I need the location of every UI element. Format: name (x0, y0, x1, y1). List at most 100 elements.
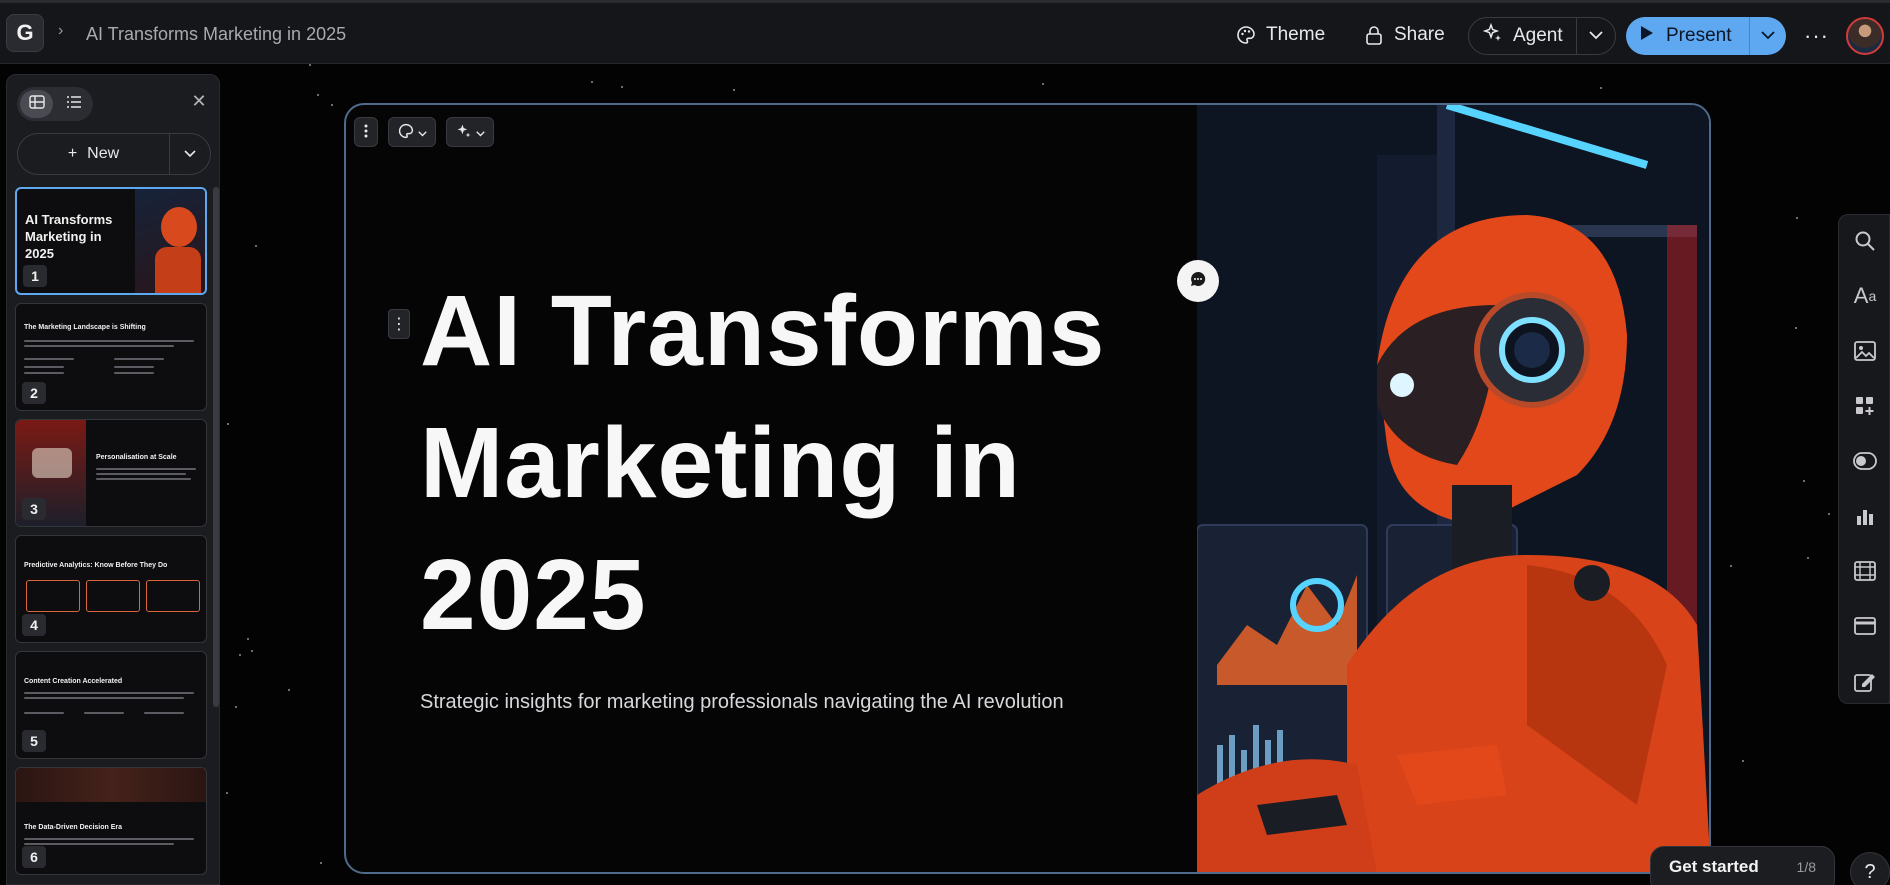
slide-title[interactable]: AI Transforms Marketing in 2025 (420, 265, 1140, 661)
present-button-group: Present (1626, 17, 1786, 55)
present-button[interactable]: Present (1626, 17, 1750, 55)
star-dot (235, 706, 237, 708)
thumbnail-number: 1 (23, 265, 47, 287)
slide-ai-button[interactable] (446, 117, 494, 147)
chevron-down-icon (184, 145, 196, 163)
star-dot (226, 792, 228, 794)
agent-button-group: Agent (1468, 17, 1616, 55)
new-slide-dropdown[interactable] (170, 134, 210, 174)
video-icon[interactable] (1853, 559, 1877, 583)
new-slide-button[interactable]: + New (18, 134, 170, 174)
slide-thumbnail-1[interactable]: AI Transforms Marketing in 2025 1 (15, 187, 207, 295)
thumbnail-image (135, 189, 205, 293)
chart-icon[interactable] (1853, 504, 1877, 528)
embed-icon[interactable] (1853, 614, 1877, 638)
chevron-down-icon (417, 124, 427, 140)
lock-icon (1364, 25, 1384, 45)
thumbnail-number: 4 (22, 614, 46, 636)
thumbnail-image (16, 768, 206, 802)
star-dot (320, 862, 322, 864)
sparkle-icon (1482, 22, 1503, 49)
get-started-widget[interactable]: Get started 1/8 (1650, 846, 1835, 885)
star-dot (255, 245, 257, 247)
present-dropdown[interactable] (1750, 17, 1786, 55)
palette-icon (1236, 25, 1256, 45)
image-icon[interactable] (1853, 339, 1877, 363)
thumbnail-title: Content Creation Accelerated (24, 678, 123, 685)
theme-button[interactable]: Theme (1228, 16, 1333, 54)
star-dot (1803, 480, 1805, 482)
thumbnail-number: 2 (22, 382, 46, 404)
chevron-down-icon (475, 124, 485, 140)
new-slide-group: + New (17, 133, 211, 175)
star-dot (227, 423, 229, 425)
plus-icon: + (67, 145, 78, 162)
chevron-down-icon (1761, 27, 1775, 45)
star-dot (1730, 565, 1732, 567)
slide-thumbnail-2[interactable]: The Marketing Landscape is Shifting 2 (15, 303, 207, 411)
add-comment-button[interactable] (1177, 260, 1219, 302)
edit-icon[interactable] (1853, 669, 1877, 693)
star-dot (1828, 513, 1830, 515)
share-button[interactable]: Share (1356, 16, 1453, 54)
star-dot (733, 89, 735, 91)
star-dot (591, 81, 593, 83)
star-dot (331, 104, 333, 106)
play-icon (1640, 25, 1654, 47)
thumbnail-title: AI Transforms Marketing in 2025 (25, 212, 113, 261)
star-dot (1742, 760, 1744, 762)
robot-illustration[interactable] (1197, 105, 1709, 872)
more-options-icon[interactable]: ··· (1804, 23, 1829, 49)
agent-dropdown[interactable] (1577, 18, 1615, 54)
star-dot (309, 64, 311, 66)
breadcrumb-chevron-icon: › (58, 22, 64, 39)
thumbnail-title: The Marketing Landscape is Shifting (24, 324, 146, 331)
panel-scrollbar[interactable] (213, 187, 219, 707)
slide-thumbnail-list: AI Transforms Marketing in 2025 1 The Ma… (15, 187, 215, 885)
star-dot (1807, 557, 1809, 559)
star-dot (1042, 83, 1044, 85)
star-dot (1795, 327, 1797, 329)
add-block-icon[interactable] (1853, 394, 1877, 418)
slide-style-button[interactable] (388, 117, 436, 147)
text-style-icon[interactable]: Aa (1853, 283, 1877, 308)
star-dot (288, 689, 290, 691)
thumbnail-number: 3 (22, 498, 46, 520)
slide-thumbnail-3[interactable]: Personalisation at Scale 3 (15, 419, 207, 527)
star-dot (239, 654, 241, 656)
star-dot (621, 86, 623, 88)
slide-card[interactable]: ⋮ AI Transforms Marketing in 2025 Strate… (344, 103, 1711, 874)
panel-view-toggle (17, 87, 93, 121)
comment-icon (1189, 270, 1207, 293)
star-dot (247, 638, 249, 640)
thumbnail-title: Personalisation at Scale (96, 454, 177, 461)
search-icon[interactable] (1853, 229, 1877, 253)
help-button[interactable]: ? (1850, 852, 1890, 885)
app-logo[interactable]: G (6, 14, 44, 52)
star-dot (1600, 87, 1602, 89)
block-drag-handle[interactable]: ⋮ (388, 309, 410, 339)
slide-thumbnail-6[interactable]: The Data-Driven Decision Era 6 (15, 767, 207, 875)
agent-button[interactable]: Agent (1469, 18, 1577, 54)
slide-menu-button[interactable] (354, 117, 378, 147)
star-dot (317, 94, 319, 96)
list-view-button[interactable] (57, 90, 90, 118)
close-panel-icon[interactable]: ✕ (187, 89, 211, 113)
star-dot (251, 650, 253, 652)
list-icon (66, 95, 82, 114)
thumbnail-number: 6 (22, 846, 46, 868)
toggle-icon[interactable] (1853, 449, 1877, 473)
slide-thumbnail-5[interactable]: Content Creation Accelerated 5 (15, 651, 207, 759)
vertical-dots-icon (364, 124, 368, 141)
thumbnail-view-button[interactable] (20, 90, 53, 118)
grid-icon (28, 94, 45, 114)
chevron-down-icon (1589, 27, 1603, 45)
user-avatar[interactable] (1846, 17, 1884, 55)
thumbnail-title: The Data-Driven Decision Era (24, 824, 123, 831)
slide-thumbnail-4[interactable]: Predictive Analytics: Know Before They D… (15, 535, 207, 643)
slide-subtitle[interactable]: Strategic insights for marketing profess… (420, 691, 1064, 714)
document-title[interactable]: AI Transforms Marketing in 2025 (86, 24, 346, 45)
slide-toolbar (354, 117, 494, 147)
slides-panel: ✕ + New AI Transforms Marketing in 2025 … (6, 74, 220, 885)
thumbnail-number: 5 (22, 730, 46, 752)
